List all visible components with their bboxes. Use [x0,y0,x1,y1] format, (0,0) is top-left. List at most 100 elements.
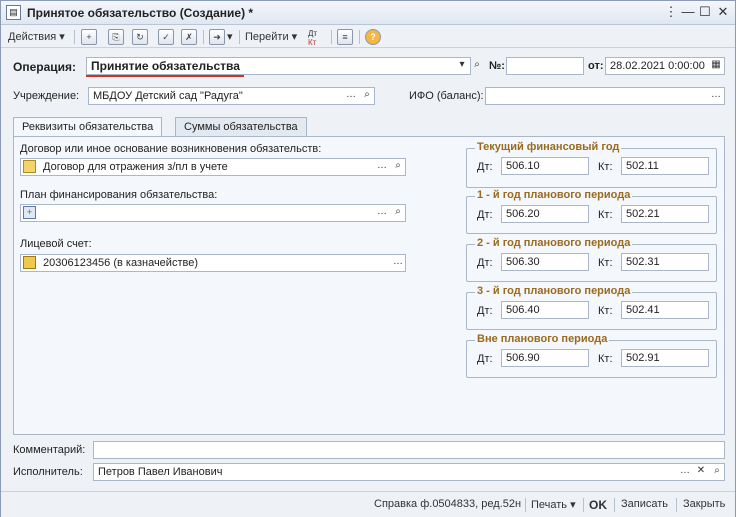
kt-label: Кт: [598,353,613,365]
kt-field[interactable]: 502.11 [621,157,709,175]
help-icon[interactable]: ? [365,29,381,45]
window-title: Принятое обязательство (Создание) * [27,6,254,20]
group-title: 2 - й год планового периода [475,237,633,249]
bottom-bar: Справка ф.0504833, ред.52н Печать ▾ OK З… [1,491,735,517]
account-label: Лицевой счет: [20,238,92,250]
select-button-icon[interactable]: … [374,159,390,175]
contract-icon [23,160,36,173]
ok-button[interactable]: OK [589,498,607,512]
dt-label: Дт: [477,161,493,173]
save-button[interactable]: Записать [621,498,668,510]
date-field[interactable]: 28.02.2021 0:00:00 [605,57,725,75]
plan-label: План финансирования обязательства: [20,189,218,201]
report-button[interactable]: Справка ф.0504833, ред.52н [374,498,521,510]
minimize-icon[interactable]: — [679,3,697,21]
kt-label: Кт: [598,305,613,317]
group-title: Текущий финансовый год [475,141,622,153]
bottom-separator [614,498,615,512]
operation-label: Операция: [13,60,77,74]
kt-label: Кт: [598,161,613,173]
dt-label: Дт: [477,257,493,269]
dt-label: Дт: [477,353,493,365]
based-on-icon[interactable]: ➜ [209,29,225,45]
title-bar: ▤ Принятое обязательство (Создание) * ⋮ … [1,1,735,25]
bottom-separator [583,498,584,512]
bottom-separator [525,498,526,512]
toolbar-separator [239,30,240,44]
account-field[interactable]: 20306123456 (в казначействе) [20,254,406,272]
search-icon[interactable]: ⌕ [390,159,406,175]
document-window: ▤ Принятое обязательство (Создание) * ⋮ … [0,0,736,517]
kt-field[interactable]: 502.91 [621,349,709,367]
dt-field[interactable]: 506.90 [501,349,589,367]
refresh-icon[interactable]: ↻ [132,29,148,45]
document-icon: ▤ [6,5,21,20]
close-icon[interactable]: ✕ [714,3,732,21]
table-add-icon: + [23,206,36,219]
menu-icon[interactable]: ⋮ [662,3,680,21]
operation-underline [86,75,244,77]
kt-field[interactable]: 502.31 [621,253,709,271]
plan-field[interactable] [20,204,406,222]
number-label: №: [489,60,505,72]
toolbar-separator [331,30,332,44]
select-button-icon[interactable]: … [390,255,406,271]
dt-field[interactable]: 506.30 [501,253,589,271]
kt-field[interactable]: 502.21 [621,205,709,223]
unpost-document-icon[interactable]: ✗ [181,29,197,45]
contract-label: Договор или иное основание возникновения… [20,143,322,155]
goto-menu[interactable]: Перейти ▾ [245,28,297,46]
contract-field[interactable]: Договор для отражения з/пл в учете [20,158,406,176]
select-button-icon[interactable]: … [708,88,724,104]
clear-icon[interactable]: ✕ [693,464,709,480]
bottom-separator [676,498,677,512]
add-icon[interactable]: + [81,29,97,45]
kt-label: Кт: [598,257,613,269]
number-field[interactable] [506,57,584,75]
ifo-field[interactable] [485,87,725,105]
date-label: от: [588,60,604,72]
select-button-icon[interactable]: … [374,205,390,221]
operation-field[interactable]: Принятие обязательства [86,57,471,75]
toolbar-separator [203,30,204,44]
dt-label: Дт: [477,209,493,221]
search-icon[interactable]: ⌕ [709,464,725,480]
structure-icon[interactable]: ≡ [337,29,353,45]
kt-label: Кт: [598,209,613,221]
select-button-icon[interactable]: … [677,464,693,480]
group-title: Вне планового периода [475,333,610,345]
dropdown-icon[interactable]: ▾ [454,58,470,74]
institution-field[interactable]: МБДОУ Детский сад "Радуга" [88,87,375,105]
tab-requisites[interactable]: Реквизиты обязательства [13,117,163,138]
executor-field[interactable]: Петров Павел Иванович [93,463,725,481]
search-icon[interactable]: ⌕ [390,205,406,221]
dt-field[interactable]: 506.40 [501,301,589,319]
post-document-icon[interactable]: ✓ [158,29,174,45]
toolbar: Действия ▾ + ⎘ ↻ ✓ ✗ ➜ ▾ Перейти ▾ Дт Кт … [1,26,735,48]
dt-field[interactable]: 506.20 [501,205,589,223]
copy-icon[interactable]: ⎘ [108,29,124,45]
comment-label: Комментарий: [13,444,86,456]
calendar-icon[interactable]: ▦ [708,58,724,74]
select-button-icon[interactable]: … [343,88,359,104]
dt-kt-icon[interactable]: Дт Кт [308,29,317,47]
executor-label: Исполнитель: [13,466,83,478]
dt-label: Дт: [477,305,493,317]
kt-field[interactable]: 502.41 [621,301,709,319]
group-title: 1 - й год планового периода [475,189,633,201]
based-on-dropdown-icon[interactable]: ▾ [227,28,233,46]
group-title: 3 - й год планового периода [475,285,633,297]
tab-sums[interactable]: Суммы обязательства [175,117,307,137]
close-button[interactable]: Закрыть [683,498,725,510]
comment-field[interactable] [93,441,725,459]
actions-menu[interactable]: Действия ▾ [8,28,65,46]
dt-field[interactable]: 506.10 [501,157,589,175]
coins-icon [23,256,36,269]
institution-label: Учреждение: [13,90,80,102]
print-menu[interactable]: Печать ▾ [531,498,576,511]
search-icon[interactable]: ⌕ [359,88,375,104]
toolbar-separator [74,30,75,44]
search-icon[interactable]: ⌕ [469,58,485,74]
maximize-icon[interactable]: ☐ [696,3,714,21]
ifo-label: ИФО (баланс): [409,90,484,102]
